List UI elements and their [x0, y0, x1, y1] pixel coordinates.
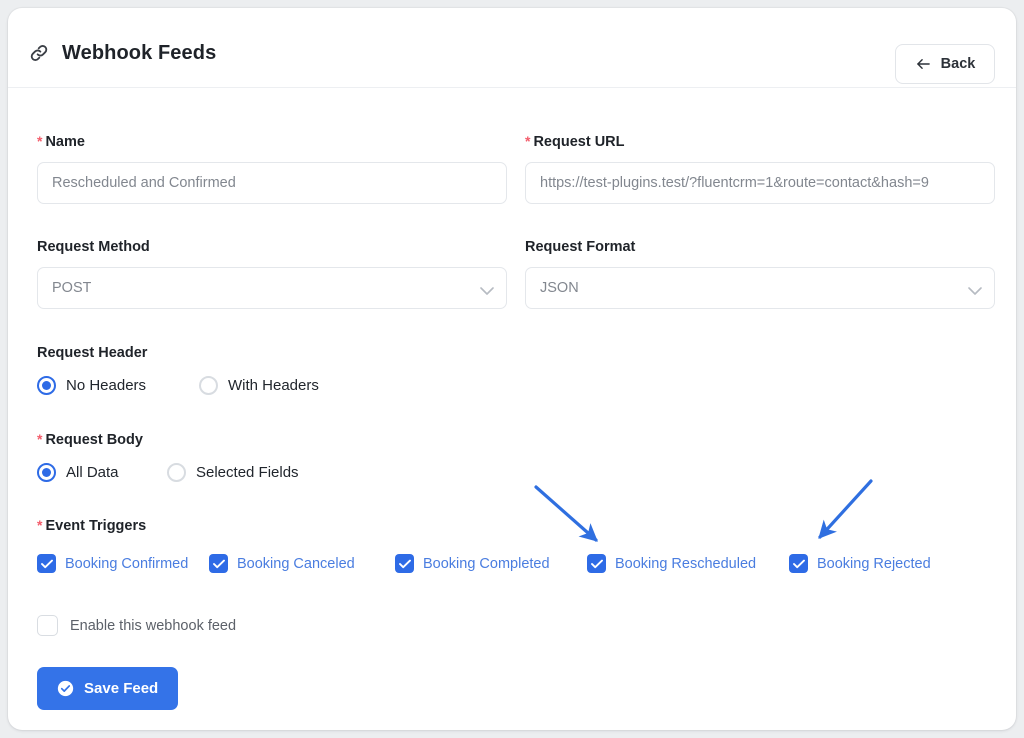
request-method-value: POST [52, 280, 92, 296]
chevron-down-icon [968, 284, 982, 295]
request-header-radio-row: No Headers With Headers [37, 376, 507, 395]
back-button-label: Back [940, 56, 976, 72]
arrow-left-icon [915, 57, 932, 71]
radio-with-headers[interactable]: With Headers [199, 376, 319, 395]
request-body-label: * Request Body [37, 430, 507, 449]
request-format-field-group: Request Format JSON [525, 238, 995, 309]
enable-webhook-feed-checkbox[interactable]: Enable this webhook feed [37, 615, 236, 636]
radio-no-headers[interactable]: No Headers [37, 376, 199, 395]
radio-with-headers-dot [199, 376, 218, 395]
event-triggers-row: Booking Confirmed Booking Canceled Booki… [37, 554, 931, 573]
request-url-input-value: https://test-plugins.test/?fluentcrm=1&r… [540, 175, 929, 191]
trigger-booking-rejected-label: Booking Rejected [817, 555, 931, 572]
radio-all-data-dot [37, 463, 56, 482]
enable-webhook-feed-label: Enable this webhook feed [70, 617, 237, 634]
request-body-radio-row: All Data Selected Fields [37, 463, 507, 482]
name-label-text: Name [45, 134, 85, 150]
trigger-booking-completed-label: Booking Completed [423, 555, 550, 572]
request-body-group: * Request Body All Data Selected Fields [37, 430, 507, 482]
trigger-booking-confirmed[interactable]: Booking Confirmed [37, 554, 209, 573]
radio-all-data[interactable]: All Data [37, 463, 167, 482]
radio-no-headers-label: No Headers [66, 377, 147, 394]
checkbox-unchecked-icon [37, 615, 58, 636]
checkbox-checked-icon [209, 554, 228, 573]
request-method-select[interactable]: POST [37, 267, 507, 309]
request-format-value: JSON [540, 280, 579, 296]
checkbox-checked-icon [37, 554, 56, 573]
request-url-field-group: * Request URL https://test-plugins.test/?… [525, 132, 995, 204]
required-asterisk: * [525, 133, 531, 149]
radio-no-headers-dot [37, 376, 56, 395]
required-asterisk: * [37, 517, 43, 533]
trigger-booking-confirmed-label: Booking Confirmed [65, 555, 189, 572]
radio-all-data-label: All Data [66, 464, 119, 481]
request-url-input[interactable]: https://test-plugins.test/?fluentcrm=1&r… [525, 162, 995, 204]
event-triggers-group: * Event Triggers [37, 516, 997, 535]
screen: Webhook Feeds Back * Name Rescheduled and [0, 0, 1024, 738]
request-header-group: Request Header No Headers With Headers [37, 344, 507, 395]
request-format-select[interactable]: JSON [525, 267, 995, 309]
event-triggers-label: * Event Triggers [37, 516, 997, 535]
checkbox-checked-icon [587, 554, 606, 573]
save-feed-button[interactable]: Save Feed [37, 667, 179, 710]
radio-selected-fields-dot [167, 463, 186, 482]
name-input[interactable]: Rescheduled and Confirmed [37, 162, 507, 204]
page-title: Webhook Feeds [62, 42, 217, 64]
request-format-label: Request Format [525, 239, 636, 255]
required-asterisk: * [37, 133, 43, 149]
trigger-booking-rescheduled[interactable]: Booking Rescheduled [587, 554, 789, 573]
chevron-down-icon [480, 284, 494, 295]
name-field-group: * Name Rescheduled and Confirmed [37, 132, 507, 204]
trigger-booking-completed[interactable]: Booking Completed [395, 554, 587, 573]
request-url-label: * Request URL [525, 132, 995, 151]
back-button[interactable]: Back [895, 44, 995, 84]
webhook-feed-card: Webhook Feeds Back * Name Rescheduled and [8, 8, 1016, 730]
link-icon [28, 42, 50, 64]
name-label: * Name [37, 132, 507, 151]
trigger-booking-canceled-label: Booking Canceled [237, 555, 355, 572]
header-title-group: Webhook Feeds [28, 42, 216, 64]
request-body-label-text: Request Body [45, 432, 143, 448]
required-asterisk: * [37, 431, 43, 447]
request-header-label: Request Header [37, 345, 148, 361]
request-method-field-group: Request Method POST [37, 238, 507, 309]
trigger-booking-canceled[interactable]: Booking Canceled [209, 554, 395, 573]
card-header: Webhook Feeds Back [8, 8, 1016, 88]
request-method-label: Request Method [37, 239, 150, 255]
checkbox-checked-icon [395, 554, 414, 573]
radio-with-headers-label: With Headers [228, 377, 319, 394]
radio-selected-fields[interactable]: Selected Fields [167, 463, 299, 482]
request-url-label-text: Request URL [533, 134, 625, 150]
radio-selected-fields-label: Selected Fields [196, 464, 299, 481]
checkbox-checked-icon [789, 554, 808, 573]
trigger-booking-rejected[interactable]: Booking Rejected [789, 554, 931, 573]
trigger-booking-rescheduled-label: Booking Rescheduled [615, 555, 757, 572]
event-triggers-label-text: Event Triggers [45, 518, 147, 534]
save-feed-label: Save Feed [84, 680, 159, 697]
check-circle-icon [57, 680, 74, 697]
name-input-value: Rescheduled and Confirmed [52, 175, 236, 191]
